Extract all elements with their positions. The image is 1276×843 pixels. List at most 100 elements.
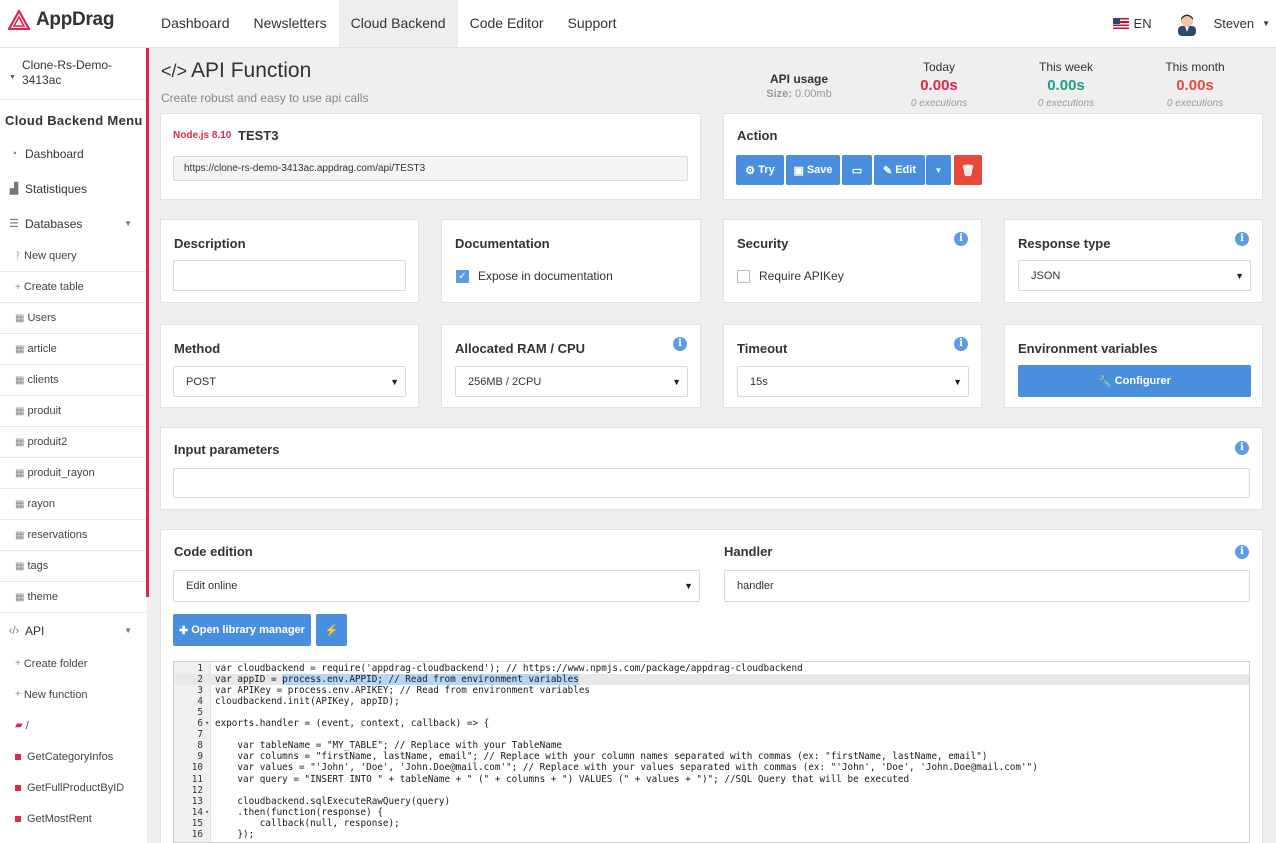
code-line[interactable]: 9 var columns = "firstName, lastName, em… xyxy=(174,751,1249,762)
code-line[interactable]: 6 ▾ exports.handler = (event, context, cal… xyxy=(174,718,1249,729)
code-text: cloudbackend.init(APIKey, appID); xyxy=(215,696,400,708)
function-url-field[interactable]: https://clone-rs-demo-3413ac.appdrag.com… xyxy=(173,156,688,181)
function-item[interactable]: GetCategoryInfos xyxy=(0,741,147,772)
method-select[interactable]: POST ▼ xyxy=(173,366,406,397)
nav-newsletters[interactable]: Newsletters xyxy=(242,0,339,47)
table-item[interactable]: ▦ rayon xyxy=(0,489,147,520)
description-input[interactable] xyxy=(173,260,406,291)
input-params-field[interactable] xyxy=(173,468,1250,498)
table-item[interactable]: ▦ clients xyxy=(0,365,147,396)
project-selector[interactable]: ▼ Clone-Rs-Demo- 3413ac xyxy=(0,48,147,100)
usage-month-value: 0.00s xyxy=(1176,77,1214,94)
project-name-line2: 3413ac xyxy=(22,73,62,87)
save-label: Save xyxy=(806,164,833,176)
nav-support[interactable]: Support xyxy=(556,0,629,47)
sidebar-create-folder[interactable]: + Create folder xyxy=(0,648,147,679)
schedule-button[interactable]: ▭ xyxy=(842,155,872,185)
sidebar-new-query[interactable]: ᚹ New query xyxy=(0,241,147,272)
appdrag-logo[interactable]: AppDrag xyxy=(8,9,114,31)
code-line[interactable]: 7 xyxy=(174,729,1249,740)
expose-docs-checkbox[interactable]: ✓ xyxy=(456,270,469,283)
table-item[interactable]: ▦ produit_rayon xyxy=(0,458,147,489)
project-name-line1: Clone-Rs-Demo- xyxy=(22,58,113,72)
sidebar-item-databases[interactable]: ☰ Databases ▼ xyxy=(0,206,147,241)
code-line[interactable]: 2 var appID = process.env.APPID; // Read … xyxy=(174,674,1249,686)
runtime-label: Node.js 8.10 xyxy=(173,130,232,141)
code-line[interactable]: 15 callback(null, response); xyxy=(174,818,1249,829)
fold-caret-icon[interactable]: ▾ xyxy=(205,807,209,818)
info-icon[interactable]: i xyxy=(673,337,687,351)
sidebar-root-folder[interactable]: ▰ / xyxy=(0,710,147,741)
table-item[interactable]: ▦ produit2 xyxy=(0,427,147,458)
sidebar-create-table[interactable]: + Create table xyxy=(0,272,147,303)
select-caret-icon: ▼ xyxy=(672,376,681,387)
code-line[interactable]: 5 xyxy=(174,707,1249,718)
fold-caret-icon[interactable]: ▾ xyxy=(205,718,209,729)
code-line[interactable]: 1 var cloudbackend = require('appdrag-clo… xyxy=(174,663,1249,674)
user-caret-icon[interactable]: ▼ xyxy=(1262,19,1270,28)
action-title: Action xyxy=(737,128,778,143)
delete-button[interactable]: 🗑 xyxy=(954,155,982,185)
table-item[interactable]: ▦ article xyxy=(0,334,147,365)
edit-button[interactable]: ✎ Edit xyxy=(874,155,925,185)
response-type-select[interactable]: JSON ▼ xyxy=(1018,260,1251,291)
nav-code-editor[interactable]: Code Editor xyxy=(458,0,556,47)
sidebar-item-api[interactable]: ‹/› API ▼ xyxy=(0,613,147,648)
table-item[interactable]: ▦ tags xyxy=(0,551,147,582)
try-button[interactable]: ⚙ Try xyxy=(736,155,784,185)
table-item[interactable]: ▦ reservations xyxy=(0,520,147,551)
nav-dashboard[interactable]: Dashboard xyxy=(149,0,242,47)
code-line[interactable]: 10 var values = "'John', 'Doe', 'John.Do… xyxy=(174,762,1249,774)
configure-env-button[interactable]: 🔧 Configurer xyxy=(1018,365,1251,397)
info-icon[interactable]: i xyxy=(1235,441,1249,455)
line-number: 1 xyxy=(197,663,203,674)
code-line[interactable]: 14 ▾ .then(function(response) { xyxy=(174,807,1249,818)
require-apikey-checkbox[interactable] xyxy=(737,270,750,283)
ram-cpu-select[interactable]: 256MB / 2CPU ▼ xyxy=(455,366,688,397)
env-vars-title: Environment variables xyxy=(1018,341,1158,356)
function-item[interactable]: GetMostRent xyxy=(0,803,147,834)
handler-input[interactable]: handler xyxy=(724,570,1250,602)
code-text: var values = "'John', 'Doe', 'John.Doe@m… xyxy=(215,762,1038,774)
nav-cloud-backend[interactable]: Cloud Backend xyxy=(338,0,458,47)
code-line[interactable]: 4 cloudbackend.init(APIKey, appID); xyxy=(174,696,1249,708)
table-item[interactable]: ▦ Users xyxy=(0,303,147,334)
timeout-select[interactable]: 15s ▼ xyxy=(737,366,969,397)
sidebar-item-statistiques[interactable]: ▟ Statistiques xyxy=(0,171,147,206)
code-line[interactable]: 8 var tableName = "MY_TABLE"; // Replace… xyxy=(174,740,1249,751)
magic-wand-button[interactable]: ⚡ xyxy=(316,614,347,646)
new-function-label: New function xyxy=(23,688,88,701)
code-line[interactable]: 13 cloudbackend.sqlExecuteRawQuery(query… xyxy=(174,796,1249,807)
table-item[interactable]: ▦ theme xyxy=(0,582,147,613)
code-line[interactable]: 11 var query = "INSERT INTO " + tableNam… xyxy=(174,774,1249,785)
user-avatar[interactable] xyxy=(1176,12,1198,36)
line-number: 12 xyxy=(191,784,203,796)
sidebar-item-dashboard[interactable]: ◔ Dashboard xyxy=(0,136,147,171)
sidebar-label-statistiques: Statistiques xyxy=(25,181,88,196)
function-item[interactable]: GetFullProductByID xyxy=(0,772,147,803)
code-edition-select[interactable]: Edit online ▼ xyxy=(173,570,700,602)
code-line[interactable]: 12 xyxy=(174,784,1249,796)
input-params-panel: Input parameters i xyxy=(160,427,1263,510)
info-icon[interactable]: i xyxy=(1235,232,1249,246)
sidebar-new-function[interactable]: + New function xyxy=(0,679,147,710)
table-name: theme xyxy=(27,591,59,603)
us-flag-icon xyxy=(1112,18,1129,29)
plus-icon: + xyxy=(15,281,21,293)
table-item[interactable]: ▦ produit xyxy=(0,396,147,427)
open-library-manager-button[interactable]: ✚ Open library manager xyxy=(173,614,311,646)
table-name: tags xyxy=(27,560,49,572)
user-name[interactable]: Steven xyxy=(1214,16,1254,31)
code-line[interactable]: 16 }); xyxy=(174,829,1249,840)
language-selector[interactable]: EN xyxy=(1112,16,1152,31)
usage-month: This month 0.00s 0 executions xyxy=(1153,60,1237,109)
edit-dropdown-button[interactable]: ▼ xyxy=(926,155,951,185)
page-subtitle: Create robust and easy to use api calls xyxy=(161,91,369,105)
code-line[interactable]: 3 var APIKey = process.env.APIKEY; // Rea… xyxy=(174,685,1249,696)
env-vars-panel: Environment variables 🔧 Configurer xyxy=(1004,324,1263,408)
info-icon[interactable]: i xyxy=(954,337,968,351)
save-button[interactable]: ▣ Save xyxy=(786,155,840,185)
info-icon[interactable]: i xyxy=(1235,545,1249,559)
code-editor[interactable]: 1 var cloudbackend = require('appdrag-clo… xyxy=(173,661,1250,843)
info-icon[interactable]: i xyxy=(954,232,968,246)
